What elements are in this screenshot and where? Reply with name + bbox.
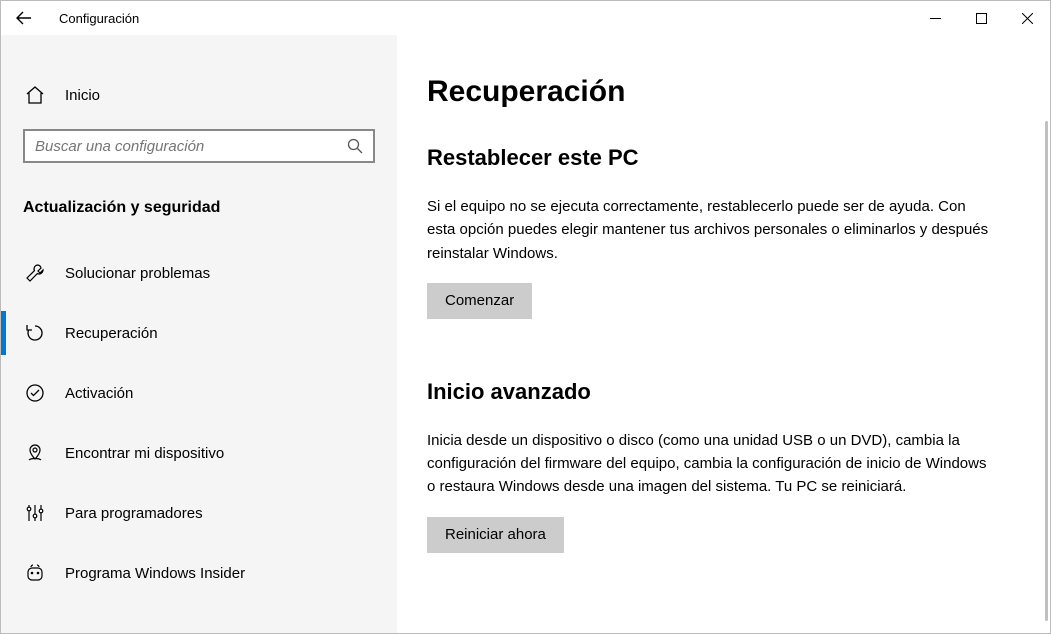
sidebar-item-activation[interactable]: Activación [1, 363, 397, 423]
section-body: Si el equipo no se ejecuta correctamente… [427, 195, 997, 265]
sidebar-item-label: Recuperación [65, 325, 158, 342]
section-advanced-startup: Inicio avanzado Inicia desde un disposit… [427, 379, 1020, 553]
sidebar-item-label: Encontrar mi dispositivo [65, 445, 224, 462]
section-heading: Inicio avanzado [427, 379, 1020, 405]
search-box[interactable] [23, 129, 375, 163]
search-icon [347, 138, 363, 154]
sidebar-item-find-device[interactable]: Encontrar mi dispositivo [1, 423, 397, 483]
home-icon [25, 85, 45, 105]
minimize-button[interactable] [912, 1, 958, 35]
refresh-icon [25, 323, 45, 343]
sidebar-item-insider[interactable]: Programa Windows Insider [1, 543, 397, 603]
sidebar-item-troubleshoot[interactable]: Solucionar problemas [1, 243, 397, 303]
sidebar-item-developers[interactable]: Para programadores [1, 483, 397, 543]
get-started-button[interactable]: Comenzar [427, 283, 532, 319]
minimize-icon [930, 13, 941, 24]
window-title: Configuración [47, 11, 139, 26]
page-title: Recuperación [427, 75, 1020, 109]
content-area: Recuperación Restablecer este PC Si el e… [397, 35, 1050, 633]
section-reset-pc: Restablecer este PC Si el equipo no se e… [427, 145, 1020, 319]
insider-icon [25, 563, 45, 583]
sidebar-item-label: Programa Windows Insider [65, 565, 245, 582]
arrow-left-icon [16, 10, 32, 26]
back-button[interactable] [1, 1, 47, 35]
nav-home-label: Inicio [65, 87, 100, 104]
search-input[interactable] [35, 138, 347, 155]
scrollbar[interactable] [1045, 121, 1048, 621]
location-pin-icon [25, 443, 45, 463]
restart-now-button[interactable]: Reiniciar ahora [427, 517, 564, 553]
sidebar-item-label: Para programadores [65, 505, 203, 522]
check-circle-icon [25, 383, 45, 403]
maximize-icon [976, 13, 987, 24]
nav-home[interactable]: Inicio [1, 75, 397, 115]
titlebar: Configuración [1, 1, 1050, 35]
section-heading: Restablecer este PC [427, 145, 1020, 171]
sidebar: Inicio Actualización y seguridad Solucio… [1, 35, 397, 633]
sidebar-item-recovery[interactable]: Recuperación [1, 303, 397, 363]
sidebar-section-title: Actualización y seguridad [1, 173, 397, 243]
sidebar-item-label: Activación [65, 385, 133, 402]
window-controls [912, 1, 1050, 35]
maximize-button[interactable] [958, 1, 1004, 35]
close-icon [1022, 13, 1033, 24]
wrench-icon [25, 263, 45, 283]
sliders-icon [25, 503, 45, 523]
close-button[interactable] [1004, 1, 1050, 35]
section-body: Inicia desde un dispositivo o disco (com… [427, 429, 997, 499]
sidebar-item-label: Solucionar problemas [65, 265, 210, 282]
